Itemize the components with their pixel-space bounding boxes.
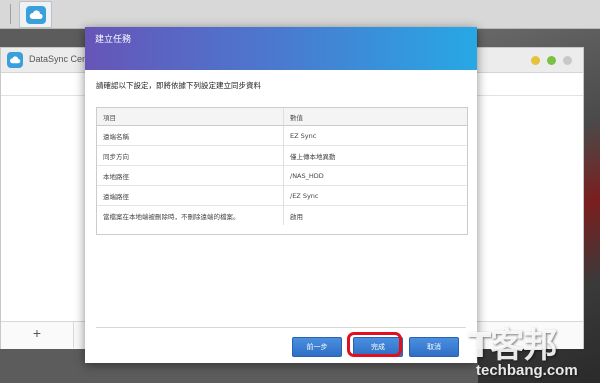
dialog-intro-text: 請確認以下設定，即將依據下列設定建立同步資料 [96,81,261,90]
cancel-button[interactable]: 取消 [409,337,459,357]
row-label: 本地路徑 [97,165,284,186]
dialog-header: 建立任務 [85,27,477,70]
cloud-sync-icon [25,5,46,24]
row-value: 啟用 [290,212,303,221]
maximize-button[interactable] [547,56,556,65]
techbang-watermark: T客邦 techbang.com [460,318,600,383]
column-header-value: 數值 [283,108,467,126]
column-header-item: 項目 [97,108,284,126]
close-button[interactable] [563,56,572,65]
row-label: 遠端名稱 [97,125,284,146]
table-row: 當檔案在本地端被刪除時，不刪除遠端的檔案。 啟用 [97,205,467,225]
minimize-button[interactable] [531,56,540,65]
datasync-app-icon [7,52,23,68]
dialog-footer-divider [96,327,466,328]
row-value: EZ Sync [283,125,467,146]
dialog-title: 建立任務 [95,35,132,45]
table-row: 遠端路徑 /EZ Sync [97,185,467,206]
finish-highlight-annotation [347,332,402,357]
row-label: 當檔案在本地端被刪除時，不刪除遠端的檔案。 [97,205,284,225]
app-task-list-pane [1,73,86,321]
create-task-dialog: 建立任務 請確認以下設定，即將依據下列設定建立同步資料 項目 數值 遠端名稱 E… [85,27,477,363]
table-row: 同步方向 僅上傳本地異動 [97,145,467,166]
taskbar-datasync-app[interactable] [19,1,52,28]
table-row: 本地路徑 /NAS_HDD [97,165,467,186]
add-task-button[interactable]: + [28,324,46,342]
table-header-row: 項目 數值 [97,108,467,126]
table-row: 遠端名稱 EZ Sync [97,125,467,146]
row-value: /NAS_HDD [283,165,467,186]
row-label: 同步方向 [97,145,284,166]
taskbar-separator [10,4,11,24]
row-label: 遠端路徑 [97,185,284,206]
row-value: /EZ Sync [283,185,467,206]
taskbar [0,0,600,29]
watermark-domain-text: techbang.com [476,362,578,379]
watermark-logo-text: T客邦 [468,326,557,366]
previous-button[interactable]: 前一步 [292,337,342,357]
summary-table: 項目 數值 遠端名稱 EZ Sync 同步方向 僅上傳本地異動 本地路徑 /NA… [96,107,468,235]
row-value: 僅上傳本地異動 [283,145,467,166]
app-bottom-divider [73,321,74,348]
